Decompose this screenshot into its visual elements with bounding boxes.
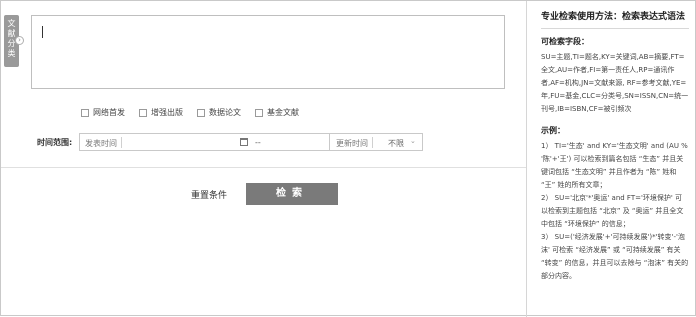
side-tab-char: 文 [7,19,16,28]
example-item: 1） TI='生态' and KY='生态文明' and (AU % '陈'+'… [541,142,688,189]
checkbox[interactable] [197,108,205,117]
divider [121,137,122,148]
search-expression-input[interactable] [31,15,505,89]
search-panel: 文 献 分 类 › 网络首发 增强出版 数据论文 基金文献 时间范围: 发表时间 [0,0,696,317]
text-cursor [42,26,43,38]
filter-fund-literature[interactable]: 基金文献 [255,107,299,118]
checkbox[interactable] [255,108,263,117]
filter-label: 增强出版 [151,108,183,117]
calendar-icon[interactable] [240,138,248,146]
examples-heading: 示例： [541,126,565,135]
fields-text: SU=主题,TI=题名,KY=关键词,AB=摘要,FT=全文,AU=作者,FI=… [541,53,689,113]
time-range-label: 时间范围: [37,138,73,147]
section-divider [1,167,526,168]
filter-label: 网络首发 [93,108,125,117]
panel-divider [526,1,527,317]
filter-label: 基金文献 [267,108,299,117]
filter-label: 数据论文 [209,108,241,117]
update-time-value: 不限 [388,139,404,148]
publish-date-range: 发表时间 -- [79,133,351,151]
update-time-label: 更新时间 [336,139,368,148]
range-separator: -- [255,138,261,147]
example-item: 3） SU=('经济发展'+'可持续发展')*'转变'-'泡沫' 可检索 “经济… [541,233,689,280]
side-tab-char: 类 [7,49,16,58]
filter-data-paper[interactable]: 数据论文 [197,107,241,118]
fields-heading: 可检索字段： [541,37,589,46]
example-item: 2） SU='北京'*'奥运' and FT='环境保护' 可以检索到主题包括 … [541,194,684,228]
examples-list: 1） TI='生态' and KY='生态文明' and (AU % '陈'+'… [541,140,689,283]
checkbox[interactable] [139,108,147,117]
publish-time-label: 发表时间 [85,139,117,148]
filter-checkbox-row: 网络首发 增强出版 数据论文 基金文献 [81,107,313,118]
update-time-select[interactable]: 更新时间 不限 ⌄ [329,133,423,151]
divider [372,137,373,148]
help-panel: 专业检索使用方法：检索表达式语法 可检索字段： SU=主题,TI=题名,KY=关… [541,11,689,283]
filter-enhanced-publishing[interactable]: 增强出版 [139,107,183,118]
help-title: 专业检索使用方法：检索表达式语法 [541,11,689,29]
checkbox[interactable] [81,108,89,117]
chevron-down-icon: ⌄ [410,137,416,145]
chevron-right-icon[interactable]: › [15,36,24,45]
filter-online-first[interactable]: 网络首发 [81,107,125,118]
reset-conditions-link[interactable]: 重置条件 [191,188,227,201]
search-button[interactable]: 检索 [246,183,338,205]
